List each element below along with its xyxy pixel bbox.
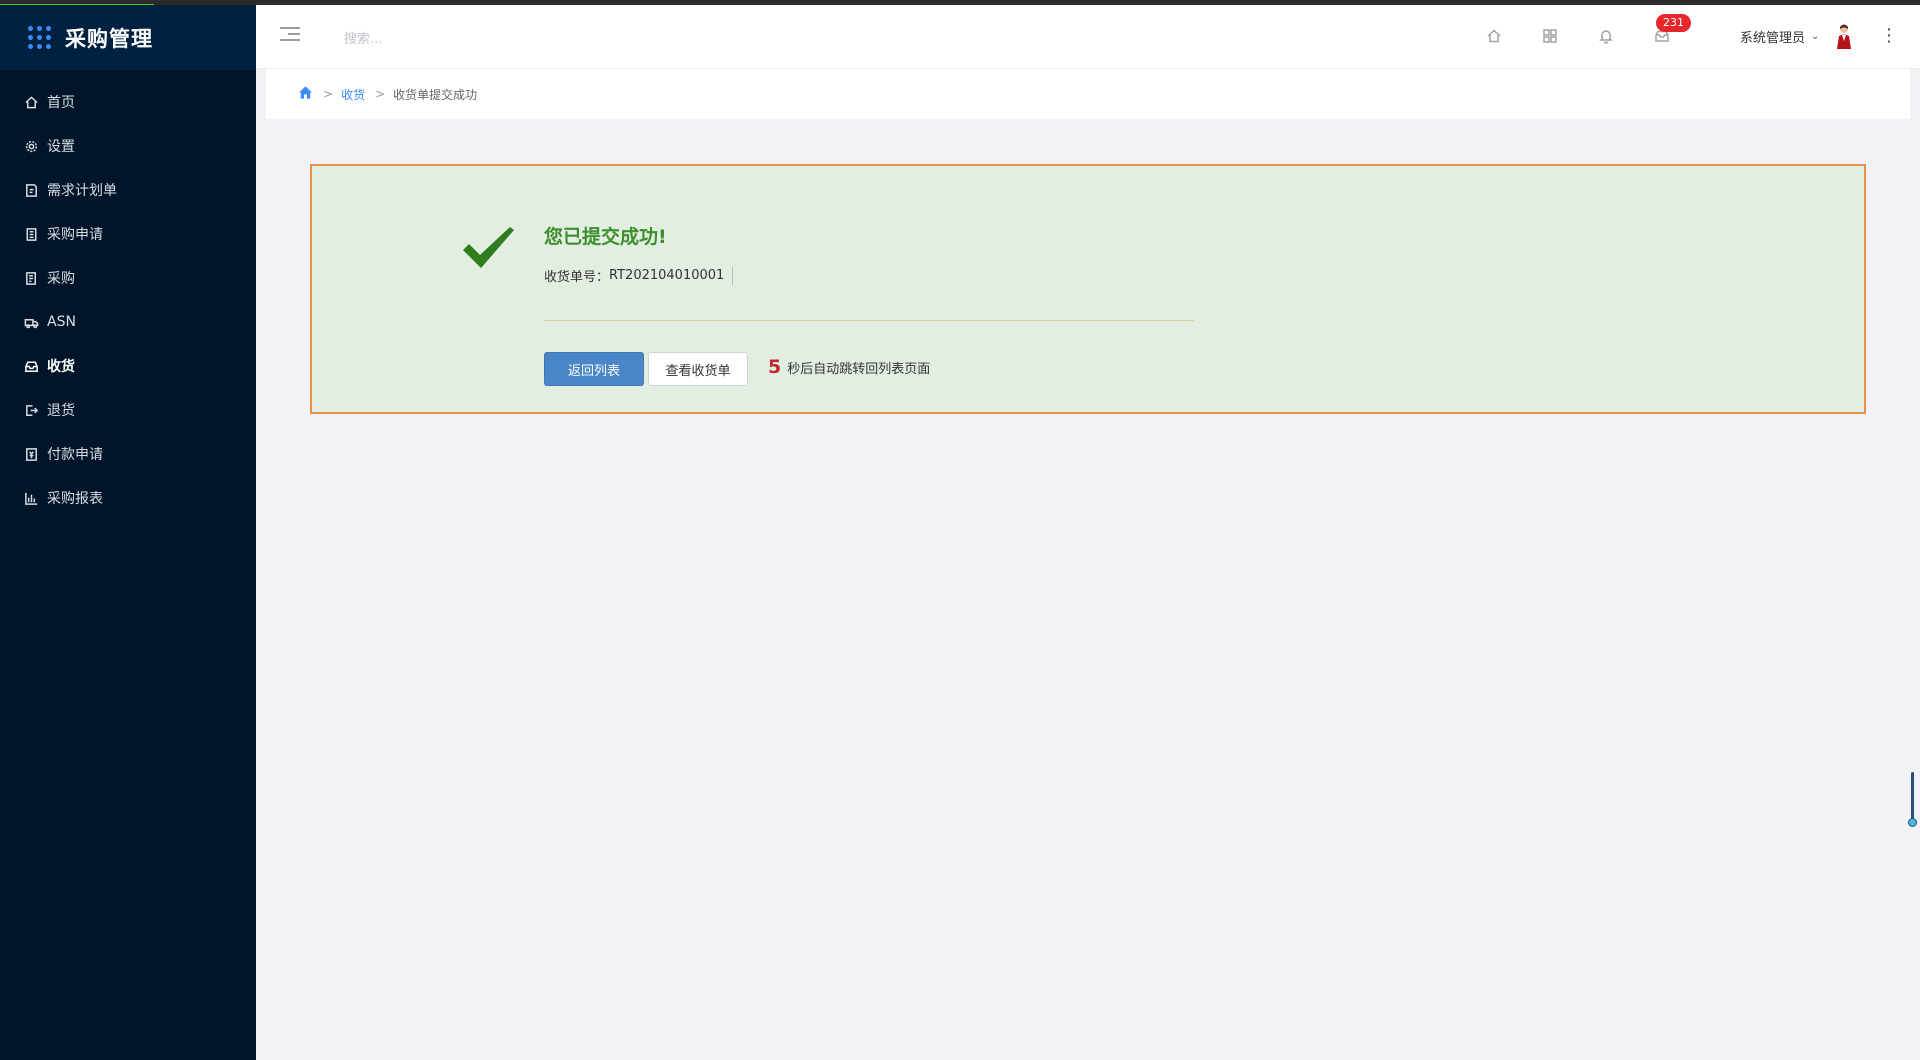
sidebar-item-label: ASN (47, 314, 76, 330)
sidebar-item-label: 付款申请 (47, 447, 103, 463)
sidebar-item-label: 采购申请 (47, 227, 103, 243)
home-icon[interactable] (1486, 28, 1504, 46)
home-icon (23, 94, 39, 110)
top-header: 231 系统管理员 ⌄ ⋮ (256, 5, 1920, 69)
view-receipt-button[interactable]: 查看收货单 (648, 352, 748, 386)
sidebar-item-purchase-request[interactable]: 采购申请 (0, 212, 256, 256)
breadcrumb: > 收货 > 收货单提交成功 (266, 69, 1910, 119)
user-menu[interactable]: 系统管理员 ⌄ (1740, 27, 1819, 46)
chevron-down-icon: ⌄ (1811, 31, 1820, 42)
receipt-number-label: 收货单号： (544, 270, 610, 285)
gear-icon (23, 138, 39, 154)
receipt-number-row: 收货单号： RT202104010001 (544, 266, 734, 285)
receipt-number-value: RT202104010001 (609, 268, 725, 283)
truck-icon (23, 314, 39, 330)
search-input[interactable] (344, 27, 564, 51)
success-panel: 您已提交成功! 收货单号： RT202104010001 返回列表 查看收货单 … (310, 164, 1866, 414)
bar-chart-icon (23, 490, 39, 506)
sidebar-item-label: 设置 (47, 139, 75, 155)
sidebar-item-label: 采购报表 (47, 491, 103, 507)
sidebar-menu: 首页 设置 需求计划单 采购申请 采购 ASN 收货 退货 付款申请 采购报表 (0, 80, 256, 520)
scroll-handle[interactable] (1908, 772, 1917, 828)
sidebar-item-label: 首页 (47, 95, 75, 111)
sidebar-item-label: 退货 (47, 403, 75, 419)
home-icon[interactable] (298, 85, 313, 103)
clipboard-icon (23, 226, 39, 242)
message-badge: 231 (1656, 14, 1691, 32)
back-to-list-button[interactable]: 返回列表 (544, 352, 644, 386)
exit-icon (23, 402, 39, 418)
divider (544, 320, 1194, 321)
countdown-text: 秒后自动跳转回列表页面 (787, 362, 931, 377)
sidebar-item-payment-request[interactable]: 付款申请 (0, 432, 256, 476)
brand[interactable]: 采购管理 (0, 5, 256, 70)
app-grid-icon (28, 26, 51, 49)
document-edit-icon (23, 182, 39, 198)
sidebar-item-receiving[interactable]: 收货 (0, 344, 256, 388)
apps-grid-icon[interactable] (1542, 28, 1560, 46)
sidebar-item-label: 收货 (47, 359, 75, 375)
payment-icon (23, 446, 39, 462)
sidebar-item-purchase[interactable]: 采购 (0, 256, 256, 300)
sidebar-item-home[interactable]: 首页 (0, 80, 256, 124)
sidebar-item-return[interactable]: 退货 (0, 388, 256, 432)
breadcrumb-current: 收货单提交成功 (393, 87, 478, 102)
collapse-menu-icon[interactable] (280, 27, 300, 45)
app-title: 采购管理 (65, 26, 153, 51)
list-document-icon (23, 270, 39, 286)
sidebar-item-settings[interactable]: 设置 (0, 124, 256, 168)
breadcrumb-link-receiving[interactable]: 收货 (341, 86, 365, 103)
sidebar-item-asn[interactable]: ASN (0, 300, 256, 344)
more-vertical-icon[interactable]: ⋮ (1880, 27, 1898, 45)
text-cursor (732, 266, 734, 285)
checkmark-icon (460, 224, 516, 272)
user-name: 系统管理员 (1740, 31, 1806, 46)
breadcrumb-separator: > (323, 87, 334, 101)
avatar[interactable] (1834, 23, 1854, 51)
sidebar: 采购管理 首页 设置 需求计划单 采购申请 采购 ASN 收货 退货 付款申请 … (0, 5, 256, 1060)
countdown-seconds: 5 (768, 356, 782, 378)
sidebar-item-purchase-report[interactable]: 采购报表 (0, 476, 256, 520)
sidebar-item-label: 采购 (47, 271, 75, 287)
bell-icon[interactable] (1598, 28, 1616, 46)
success-title: 您已提交成功! (544, 226, 667, 248)
sidebar-item-label: 需求计划单 (47, 183, 117, 199)
redirect-countdown: 5 秒后自动跳转回列表页面 (768, 356, 930, 378)
inbox-icon (23, 358, 39, 374)
breadcrumb-separator: > (375, 87, 386, 101)
sidebar-item-demand-plan[interactable]: 需求计划单 (0, 168, 256, 212)
